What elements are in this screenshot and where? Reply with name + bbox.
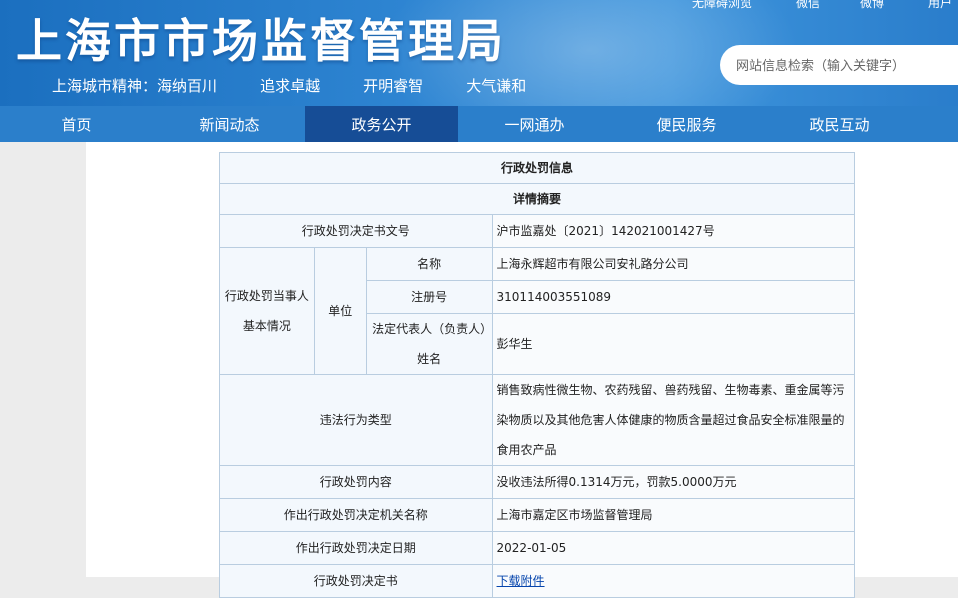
nav-news[interactable]: 新闻动态 bbox=[153, 106, 306, 142]
unit-label: 单位 bbox=[313, 247, 367, 375]
party-label: 行政处罚当事人基本情况 bbox=[219, 247, 315, 375]
wechat-link[interactable]: 微信 bbox=[796, 0, 820, 11]
rep-label: 法定代表人（负责人）姓名 bbox=[365, 313, 493, 375]
site-header: 上海市市场监督管理局 上海城市精神：海纳百川 追求卓越 开明睿智 大气谦和 无障… bbox=[0, 0, 958, 106]
violation-value: 销售致病性微生物、农药残留、兽药残留、生物毒素、重金属等污染物质以及其他危害人体… bbox=[491, 374, 856, 466]
main-nav: 首页 新闻动态 政务公开 一网通办 便民服务 政民互动 bbox=[0, 106, 958, 142]
penalty-table: 行政处罚信息 详情摘要 行政处罚决定书文号 沪市监嘉处〔2021〕1420210… bbox=[219, 152, 856, 598]
site-title[interactable]: 上海市市场监督管理局 bbox=[16, 14, 506, 68]
nav-public-service[interactable]: 便民服务 bbox=[610, 106, 763, 142]
doc-label: 行政处罚决定书 bbox=[219, 564, 493, 598]
name-label: 名称 bbox=[365, 247, 493, 281]
authority-value: 上海市嘉定区市场监督管理局 bbox=[491, 498, 856, 532]
accessibility-link[interactable]: 无障碍浏览 bbox=[692, 0, 752, 11]
nav-online-service[interactable]: 一网通办 bbox=[458, 106, 611, 142]
date-value: 2022-01-05 bbox=[491, 531, 856, 565]
city-slogan: 上海城市精神：海纳百川 追求卓越 开明睿智 大气谦和 bbox=[52, 77, 527, 95]
doc-cell: 下载附件 bbox=[491, 564, 856, 598]
user-link[interactable]: 用户 bbox=[928, 0, 952, 11]
decision-no-value: 沪市监嘉处〔2021〕142021001427号 bbox=[491, 214, 856, 248]
content-value: 没收违法所得0.1314万元，罚款5.0000万元 bbox=[491, 465, 856, 499]
decision-no-label: 行政处罚决定书文号 bbox=[219, 214, 493, 248]
authority-label: 作出行政处罚决定机关名称 bbox=[219, 498, 493, 532]
download-attachment-link[interactable]: 下载附件 bbox=[497, 574, 545, 588]
content-label: 行政处罚内容 bbox=[219, 465, 493, 499]
reg-label: 注册号 bbox=[365, 280, 493, 314]
nav-gov-affairs[interactable]: 政务公开 bbox=[305, 106, 458, 142]
table-subtitle: 详情摘要 bbox=[219, 183, 855, 215]
weibo-link[interactable]: 微博 bbox=[860, 0, 884, 11]
name-value: 上海永辉超市有限公司安礼路分公司 bbox=[491, 247, 856, 281]
date-label: 作出行政处罚决定日期 bbox=[219, 531, 493, 565]
nav-home[interactable]: 首页 bbox=[0, 106, 153, 142]
table-title: 行政处罚信息 bbox=[219, 152, 855, 184]
violation-label: 违法行为类型 bbox=[219, 374, 493, 466]
search-box bbox=[720, 45, 958, 85]
search-input[interactable] bbox=[734, 54, 958, 78]
rep-value: 彭华生 bbox=[491, 313, 856, 375]
top-links: 无障碍浏览 微信 微博 用户 bbox=[690, 0, 958, 11]
reg-value: 310114003551089 bbox=[491, 280, 856, 314]
nav-interaction[interactable]: 政民互动 bbox=[763, 106, 916, 142]
